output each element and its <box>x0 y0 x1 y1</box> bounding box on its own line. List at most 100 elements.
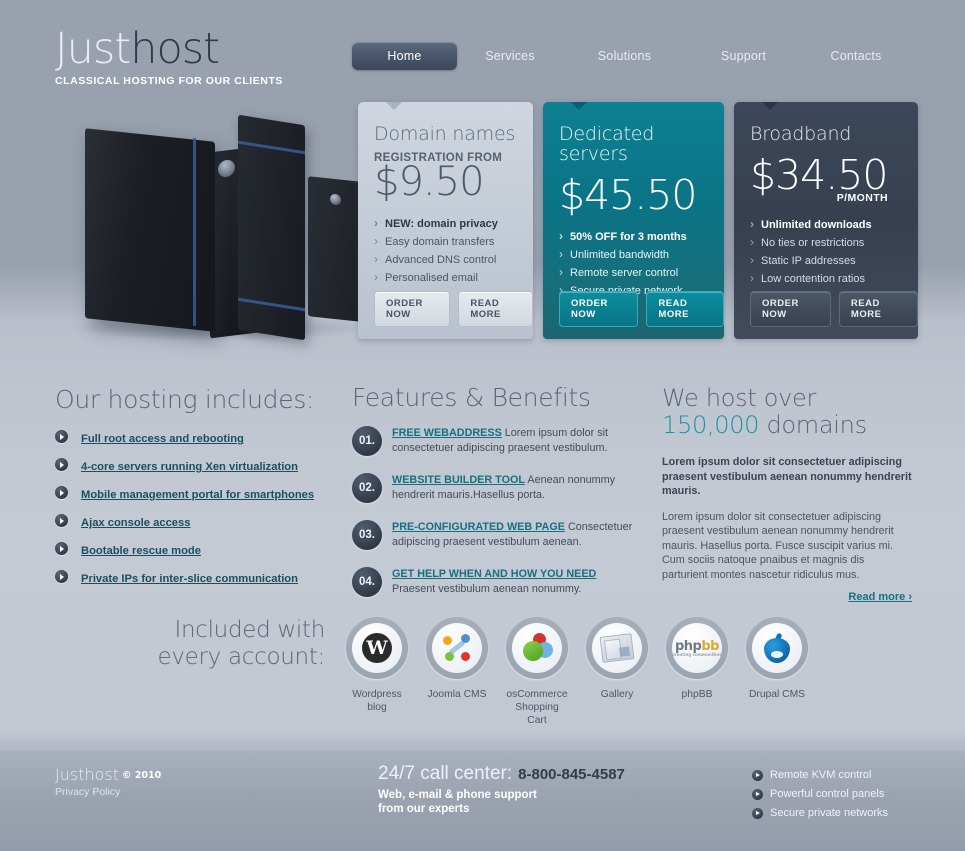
card-price: $45.50 <box>559 171 697 219</box>
card-feature-item: Advanced DNS control <box>374 250 517 269</box>
card-title: Domain names <box>374 123 516 145</box>
app-drupal[interactable]: Drupal CMS <box>746 617 808 727</box>
nav-item-home[interactable]: Home <box>352 42 457 70</box>
nav-item-services[interactable]: Services <box>457 42 563 70</box>
main-navigation: Home Services Solutions Support Contacts <box>352 42 911 70</box>
app-phpbb[interactable]: phpbb creating communities phpBB <box>666 617 728 727</box>
arrow-bullet-icon <box>752 808 763 819</box>
app-label: Drupal CMS <box>748 689 806 700</box>
included-apps-row: W Wordpress blog Joomla CMS osCommerce S… <box>346 617 808 727</box>
footer-contact: 24/7 call center: 8-800-845-4587 Web, e-m… <box>378 763 625 816</box>
order-now-button[interactable]: ORDER NOW <box>750 291 831 327</box>
card-buttons: ORDER NOW READ MORE <box>374 291 533 327</box>
logo-host-text: host <box>130 24 220 74</box>
read-more-button[interactable]: READ MORE <box>458 291 533 327</box>
hosting-link[interactable]: Ajax console access <box>81 517 190 529</box>
pricing-card-broadband[interactable]: Broadband $34.50 P/MONTH Unlimited downl… <box>734 102 918 339</box>
logo-just-text: Just <box>55 24 131 74</box>
feature-item: 03. PRE-CONFIGURATED WEB PAGE Consectetu… <box>352 520 652 554</box>
privacy-policy-link[interactable]: Privacy Policy <box>55 786 120 798</box>
read-more-button[interactable]: READ MORE <box>646 291 724 327</box>
wordpress-icon: W <box>362 633 392 663</box>
app-label: Wordpress blog <box>352 689 402 713</box>
phpbb-icon: phpbb creating communities <box>672 638 722 657</box>
app-icon-plate <box>512 623 562 673</box>
call-center-label: 24/7 call center: <box>378 763 513 784</box>
card-notch <box>762 102 778 110</box>
footer-logo[interactable]: Justhost © 2010 <box>55 765 161 784</box>
feature-link[interactable]: WEBSITE BUILDER TOOL <box>392 474 525 486</box>
nav-item-solutions[interactable]: Solutions <box>563 42 686 70</box>
feature-item: 01. FREE WEBADDRESS Lorem ipsum dolor si… <box>352 426 652 460</box>
support-line1: Web, e-mail & phone support <box>378 789 537 801</box>
card-notch <box>386 102 402 110</box>
feature-text: WEBSITE BUILDER TOOL Aenean nonummy hend… <box>392 473 652 502</box>
hosting-link[interactable]: Full root access and rebooting <box>81 433 244 445</box>
hosting-link[interactable]: Private IPs for inter-slice communicatio… <box>81 573 298 585</box>
app-circle <box>746 617 808 679</box>
pricing-cards: Domain names REGISTRATION FROM $9.50 NEW… <box>358 102 918 339</box>
site-logo[interactable]: Justhost CLASSICAL HOSTING FOR OUR CLIEN… <box>55 26 283 87</box>
card-buttons: ORDER NOW READ MORE <box>750 291 918 327</box>
hosting-includes-list: Full root access and rebooting 4-core se… <box>55 429 345 587</box>
card-feature-item: Easy domain transfers <box>374 232 517 251</box>
read-more-link[interactable]: Read more › <box>662 591 912 603</box>
pricing-card-domain-names[interactable]: Domain names REGISTRATION FROM $9.50 NEW… <box>358 102 533 339</box>
app-circle: phpbb creating communities <box>666 617 728 679</box>
hosting-link[interactable]: Mobile management portal for smartphones <box>81 489 314 501</box>
app-circle: W <box>346 617 408 679</box>
footer-link-item[interactable]: Remote KVM control <box>752 769 888 781</box>
footer-copyright: © 2010 <box>122 770 162 781</box>
app-wordpress[interactable]: W Wordpress blog <box>346 617 408 727</box>
footer-link-item[interactable]: Powerful control panels <box>752 788 888 800</box>
heading-prefix: We host over <box>662 384 817 412</box>
read-more-button[interactable]: READ MORE <box>838 291 918 327</box>
arrow-bullet-icon <box>55 458 68 471</box>
pricing-card-dedicated-servers[interactable]: Dedicatedservers $45.50 50% OFF for 3 mo… <box>543 102 724 339</box>
order-now-button[interactable]: ORDER NOW <box>374 291 451 327</box>
logo-tagline: CLASSICAL HOSTING FOR OUR CLIENTS <box>55 75 283 87</box>
arrow-bullet-icon <box>55 430 68 443</box>
footer-link-item[interactable]: Secure private networks <box>752 807 888 819</box>
app-joomla[interactable]: Joomla CMS <box>426 617 488 727</box>
list-item: 4-core servers running Xen virtualizatio… <box>55 457 345 475</box>
logo-wordmark: Justhost <box>55 26 283 72</box>
nav-item-contacts[interactable]: Contacts <box>801 42 911 70</box>
card-price: $9.50 <box>374 159 485 205</box>
card-buttons: ORDER NOW READ MORE <box>559 291 724 327</box>
app-icon-plate <box>592 623 642 673</box>
list-item: Ajax console access <box>55 513 345 531</box>
card-feature-item: 50% OFF for 3 months <box>559 227 708 246</box>
card-price: $34.50 <box>750 151 888 199</box>
app-gallery[interactable]: Gallery <box>586 617 648 727</box>
feature-item: 02. WEBSITE BUILDER TOOL Aenean nonummy … <box>352 473 652 507</box>
hosting-link[interactable]: 4-core servers running Xen virtualizatio… <box>81 461 298 473</box>
feature-link[interactable]: PRE-CONFIGURATED WEB PAGE <box>392 521 565 533</box>
hosting-includes-heading: Our hosting includes: <box>55 385 315 414</box>
arrow-bullet-icon <box>55 542 68 555</box>
phone-number[interactable]: 8-800-845-4587 <box>518 766 625 783</box>
hosting-link[interactable]: Bootable rescue mode <box>81 545 201 557</box>
page-root: Justhost CLASSICAL HOSTING FOR OUR CLIEN… <box>0 0 965 851</box>
we-host-over-heading: We host over 150,000 domains <box>662 385 912 439</box>
call-center-line: 24/7 call center: 8-800-845-4587 <box>378 763 625 785</box>
list-item: Full root access and rebooting <box>55 429 345 447</box>
feature-link[interactable]: FREE WEBADDRESS <box>392 427 502 439</box>
card-feature-item: Static IP addresses <box>750 251 902 270</box>
we-host-over-body: Lorem ipsum dolor sit consectetuer adipi… <box>662 510 894 581</box>
app-circle <box>586 617 648 679</box>
site-footer: Justhost © 2010 Privacy Policy 24/7 call … <box>0 751 965 851</box>
included-heading: Included with every account: <box>157 617 326 670</box>
feature-link[interactable]: GET HELP WHEN AND HOW YOU NEED <box>392 568 596 580</box>
card-feature-item: Unlimited bandwidth <box>559 245 708 264</box>
feature-number-badge: 01. <box>352 426 382 456</box>
server-accent-stripe <box>193 137 196 327</box>
app-oscommerce[interactable]: osCommerce Shopping Cart <box>506 617 568 727</box>
card-feature-item: Personalised email <box>374 268 517 287</box>
list-item: Bootable rescue mode <box>55 541 345 559</box>
app-icon-plate: phpbb creating communities <box>672 623 722 673</box>
support-text: Web, e-mail & phone support from our exp… <box>378 788 625 816</box>
order-now-button[interactable]: ORDER NOW <box>559 291 639 327</box>
nav-item-support[interactable]: Support <box>686 42 801 70</box>
feature-item: 04. GET HELP WHEN AND HOW YOU NEED Praes… <box>352 567 652 601</box>
